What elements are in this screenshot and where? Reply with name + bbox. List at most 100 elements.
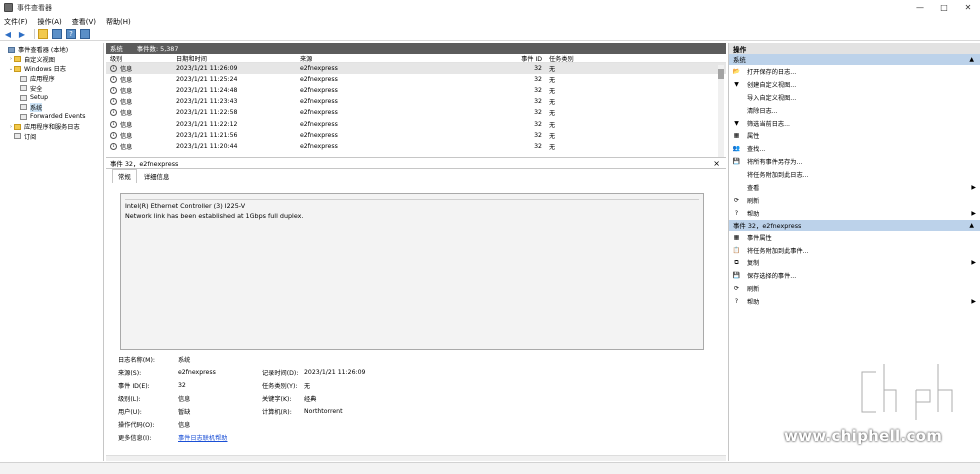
- action-item[interactable]: 导入自定义视图...: [729, 91, 980, 104]
- collapse-arrow-icon[interactable]: ▲: [969, 56, 974, 63]
- action-item[interactable]: 将任务附加到此日志...: [729, 168, 980, 181]
- cell-task: 无: [549, 66, 556, 74]
- online-help-link[interactable]: 事件日志联机帮助: [178, 433, 298, 442]
- tree-node-label: 自定义视图: [24, 56, 55, 64]
- action-item[interactable]: 💾 保存选择的事件...: [729, 269, 980, 282]
- prop-label: 用户(U):: [118, 409, 142, 416]
- actions-section-log[interactable]: 系统 ▲: [729, 54, 980, 65]
- column-event-id[interactable]: 事件 ID: [478, 54, 546, 63]
- show-hide-tree-icon[interactable]: [52, 29, 62, 39]
- cell-date: 2023/1/21 11:20:44: [176, 142, 238, 150]
- cell-date: 2023/1/21 11:22:58: [176, 109, 238, 117]
- tree-node[interactable]: Setup: [0, 93, 103, 103]
- scrollbar-thumb[interactable]: [718, 69, 724, 79]
- maximize-button[interactable]: □: [932, 0, 956, 15]
- action-item[interactable]: 👥 查找...: [729, 142, 980, 155]
- action-item[interactable]: ▼ 筛选当前日志...: [729, 117, 980, 130]
- cell-date: 2023/1/21 11:21:56: [176, 131, 238, 139]
- cell-source: e2fnexpress: [300, 120, 338, 128]
- close-button[interactable]: ✕: [956, 0, 980, 15]
- cell-event-id: 32: [534, 109, 542, 117]
- column-source[interactable]: 来源: [300, 54, 478, 63]
- action-item[interactable]: 查看 ▶: [729, 181, 980, 194]
- table-row[interactable]: i 信息 2023/1/21 11:24:48 e2fnexpress 32 无: [106, 85, 726, 96]
- table-row[interactable]: i 信息 2023/1/21 11:23:43 e2fnexpress 32 无: [106, 96, 726, 107]
- action-item[interactable]: 清除日志...: [729, 104, 980, 117]
- prop-log-name: 系统: [178, 357, 191, 364]
- column-date[interactable]: 日期和时间: [176, 54, 300, 63]
- log-icon: [20, 113, 27, 120]
- info-icon: i: [110, 98, 117, 106]
- action-item[interactable]: ▦ 事件属性: [729, 231, 980, 244]
- forward-arrow-icon[interactable]: ▶: [17, 29, 27, 39]
- cell-level: i 信息: [106, 108, 176, 117]
- tree-node[interactable]: 应用程序: [0, 74, 103, 84]
- cell-level: i 信息: [106, 97, 176, 106]
- action-item[interactable]: ? 帮助 ▶: [729, 295, 980, 308]
- tree-node-label: 应用程序和服务日志: [24, 124, 80, 132]
- action-item[interactable]: ? 帮助 ▶: [729, 207, 980, 220]
- menu-action[interactable]: 操作(A): [38, 17, 62, 27]
- tree-node[interactable]: 系统: [0, 102, 103, 113]
- level-text: 信息: [120, 99, 133, 107]
- action-item[interactable]: ⟳ 刷新: [729, 282, 980, 295]
- back-arrow-icon[interactable]: ◀: [3, 29, 13, 39]
- action-item[interactable]: 📋 将任务附加到此事件...: [729, 244, 980, 257]
- prop-source: e2fnexpress: [178, 369, 216, 376]
- menu-help[interactable]: 帮助(H): [106, 17, 131, 27]
- action-item[interactable]: ▦ 属性: [729, 129, 980, 142]
- tree-node[interactable]: 事件查看器 (本地): [0, 45, 103, 55]
- close-detail-icon[interactable]: ×: [713, 159, 720, 168]
- tab-general[interactable]: 常规: [112, 169, 137, 183]
- cell-source: e2fnexpress: [300, 131, 338, 139]
- section-label: 事件 32，e2fnexpress: [733, 221, 802, 230]
- action-item[interactable]: 💾 将所有事件另存为...: [729, 155, 980, 168]
- column-level[interactable]: 级别: [106, 54, 176, 63]
- table-row[interactable]: i 信息 2023/1/21 11:22:58 e2fnexpress 32 无: [106, 107, 726, 118]
- prop-label: 计算机(R):: [262, 409, 292, 416]
- action-item[interactable]: 📂 打开保存的日志...: [729, 65, 980, 78]
- tree-node[interactable]: 安全: [0, 83, 103, 93]
- tree-node[interactable]: ⌄ Windows 日志: [0, 64, 103, 74]
- table-row[interactable]: i 信息 2023/1/21 11:20:44 e2fnexpress 32 无: [106, 141, 726, 152]
- prop-level: 信息: [178, 396, 191, 403]
- folder-up-icon[interactable]: [38, 29, 48, 39]
- show-action-pane-icon[interactable]: [80, 29, 90, 39]
- tree-node-label: 事件查看器 (本地): [18, 47, 69, 55]
- submenu-arrow-icon: ▶: [971, 183, 976, 191]
- info-icon: i: [110, 76, 117, 84]
- event-list-scrollbar[interactable]: [718, 65, 724, 157]
- table-row[interactable]: i 信息 2023/1/21 11:26:09 e2fnexpress 32 无: [106, 63, 726, 75]
- info-icon: i: [110, 109, 117, 117]
- table-row[interactable]: i 信息 2023/1/21 11:22:12 e2fnexpress 32 无: [106, 118, 726, 129]
- minimize-button[interactable]: —: [908, 0, 932, 15]
- column-task-category[interactable]: 任务类别: [546, 54, 586, 63]
- status-bar: [0, 462, 980, 474]
- center-horizontal-scrollbar[interactable]: [106, 455, 726, 461]
- tree-node[interactable]: › 应用程序和服务日志: [0, 122, 103, 132]
- cell-source: e2fnexpress: [300, 87, 338, 95]
- prop-label: 操作代码(O):: [118, 422, 155, 429]
- collapse-arrow-icon[interactable]: ▲: [969, 222, 974, 229]
- action-label: 帮助: [747, 299, 760, 307]
- actions-title: 操作: [729, 43, 980, 54]
- cell-date: 2023/1/21 11:26:09: [176, 65, 238, 73]
- action-item[interactable]: ▼ 创建自定义视图...: [729, 78, 980, 91]
- tree-node-label: Forwarded Events: [30, 113, 86, 121]
- menu-view[interactable]: 查看(V): [72, 17, 96, 27]
- event-properties: 日志名称(M): 系统 来源(S): e2fnexpress 记录时间(D): …: [118, 353, 708, 444]
- tree-node[interactable]: › 自定义视图: [0, 55, 103, 65]
- action-item[interactable]: ⟳ 刷新: [729, 194, 980, 207]
- action-item[interactable]: ⧉ 复制 ▶: [729, 256, 980, 269]
- tree-node[interactable]: Forwarded Events: [0, 112, 103, 122]
- cell-source: e2fnexpress: [300, 76, 338, 84]
- menu-file[interactable]: 文件(F): [4, 17, 28, 27]
- actions-section-event[interactable]: 事件 32，e2fnexpress ▲: [729, 219, 980, 231]
- prop-label: 来源(S):: [118, 370, 142, 377]
- help-icon[interactable]: ?: [66, 29, 76, 39]
- tab-details[interactable]: 详细信息: [139, 170, 175, 183]
- table-row[interactable]: i 信息 2023/1/21 11:25:24 e2fnexpress 32 无: [106, 74, 726, 85]
- cell-event-id: 32: [534, 120, 542, 128]
- tree-node[interactable]: 订阅: [0, 131, 103, 141]
- table-row[interactable]: i 信息 2023/1/21 11:21:56 e2fnexpress 32 无: [106, 130, 726, 141]
